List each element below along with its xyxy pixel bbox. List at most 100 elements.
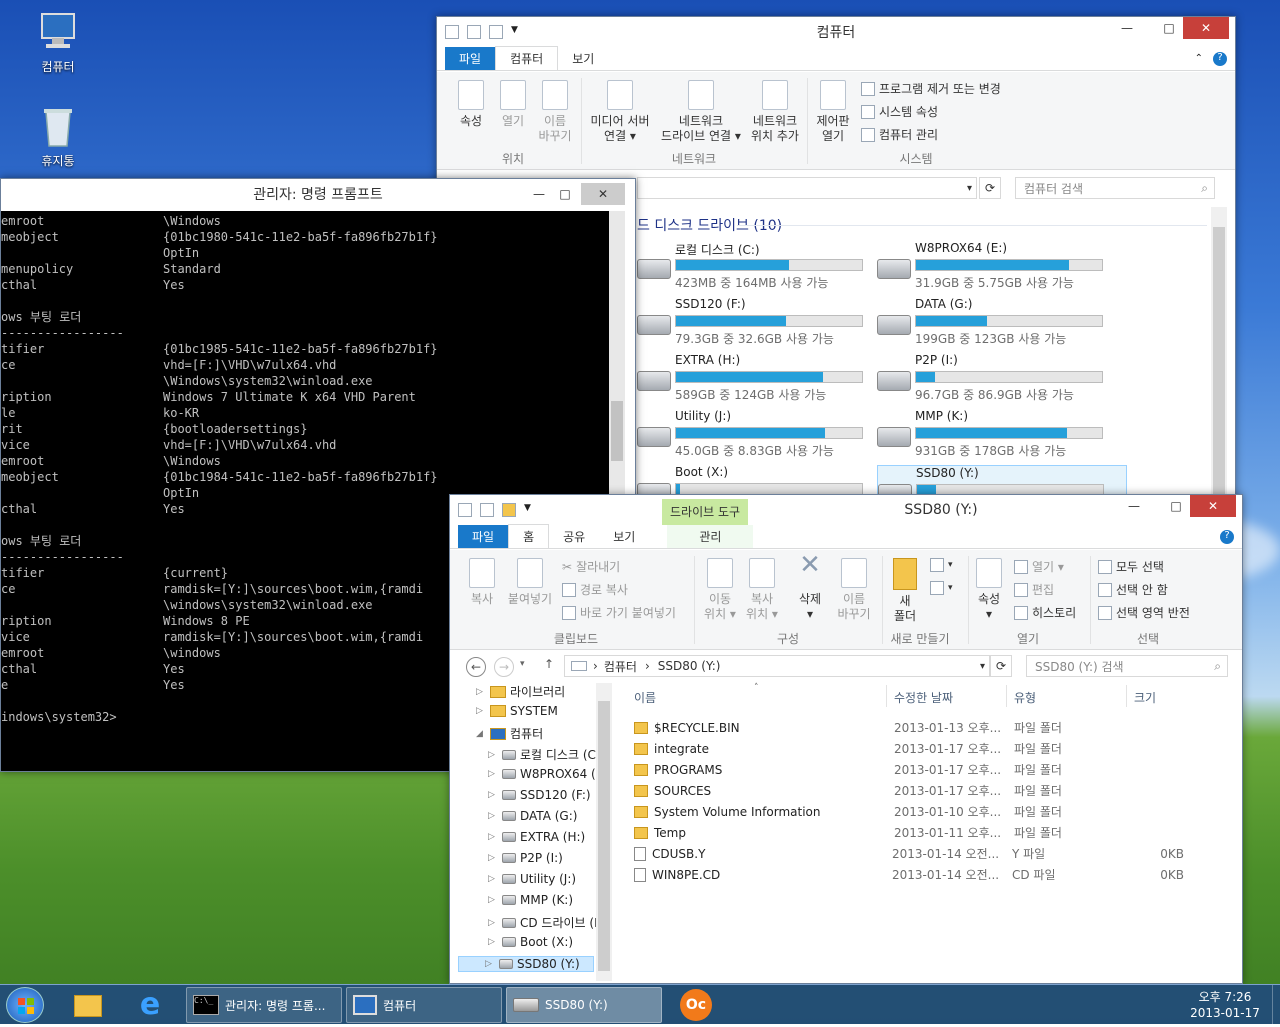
- tab-home[interactable]: 홈: [508, 524, 550, 548]
- vertical-scrollbar[interactable]: [596, 683, 612, 981]
- tree-item[interactable]: ▷ CD 드라이브 (I: [488, 914, 598, 931]
- system-properties-button[interactable]: 시스템 속성: [861, 103, 938, 120]
- tab-view[interactable]: 보기: [558, 47, 608, 70]
- new-item-button[interactable]: ▾: [930, 558, 953, 572]
- open-menu-button[interactable]: 열기 ▾: [1014, 558, 1064, 575]
- file-row[interactable]: System Volume Information 2013-01-10 오후..…: [634, 801, 1194, 822]
- edit-button[interactable]: 편집: [1014, 581, 1054, 598]
- new-file-icon[interactable]: [480, 503, 494, 517]
- help-icon[interactable]: ?: [1213, 51, 1227, 66]
- tab-file[interactable]: 파일: [458, 525, 509, 548]
- properties-icon[interactable]: [489, 25, 503, 39]
- chevron-right-icon[interactable]: ▷: [488, 769, 498, 779]
- taskbar-cmd[interactable]: C:\_ 관리자: 명령 프롬...: [186, 987, 342, 1023]
- chevron-right-icon[interactable]: ▷: [488, 790, 498, 800]
- select-none-button[interactable]: 선택 안 함: [1098, 581, 1168, 598]
- minimize-button[interactable]: —: [1113, 17, 1141, 39]
- file-row[interactable]: PROGRAMS 2013-01-17 오후... 파일 폴더: [634, 759, 1194, 780]
- file-row[interactable]: SOURCES 2013-01-17 오후... 파일 폴더: [634, 780, 1194, 801]
- taskbar-computer[interactable]: 컴퓨터: [346, 987, 502, 1023]
- tab-manage[interactable]: 관리: [667, 525, 754, 548]
- control-panel-button[interactable]: 제어판 열기: [811, 80, 855, 144]
- file-row[interactable]: CDUSB.Y 2013-01-14 오전... Y 파일 0KB: [634, 843, 1194, 864]
- chevron-right-icon[interactable]: ▷: [488, 853, 498, 863]
- tree-item[interactable]: ▷ DATA (G:): [488, 809, 577, 823]
- recent-locations-button[interactable]: ▾: [520, 659, 525, 669]
- start-button[interactable]: [6, 987, 44, 1023]
- tree-item[interactable]: ▷ Utility (J:): [488, 872, 576, 886]
- copy-path-button[interactable]: 경로 복사: [562, 581, 628, 598]
- address-bar[interactable]: ▾: [637, 177, 977, 199]
- tab-computer[interactable]: 컴퓨터: [495, 46, 559, 70]
- tree-item[interactable]: ▷ MMP (K:): [488, 893, 573, 907]
- tree-item[interactable]: ▷ Boot (X:): [488, 935, 573, 949]
- computer-management-button[interactable]: 컴퓨터 관리: [861, 126, 938, 143]
- tree-item[interactable]: ▷ P2P (I:): [488, 851, 563, 865]
- chevron-down-icon[interactable]: ▼: [511, 25, 518, 39]
- drive-tile[interactable]: MMP (K:) 931GB 중 178GB 사용 가능: [877, 409, 1127, 463]
- tab-view[interactable]: 보기: [599, 525, 649, 548]
- invert-selection-button[interactable]: 선택 영역 반전: [1098, 604, 1190, 621]
- maximize-button[interactable]: □: [1155, 17, 1183, 39]
- chevron-right-icon[interactable]: ▷: [488, 811, 498, 821]
- tree-item[interactable]: ▷ W8PROX64 (E:: [488, 767, 607, 781]
- column-divider[interactable]: [886, 685, 887, 707]
- chevron-right-icon[interactable]: ▷: [485, 959, 495, 969]
- new-folder-button[interactable]: 새 폴더: [888, 558, 922, 624]
- close-button[interactable]: ✕: [1183, 17, 1229, 39]
- tree-item[interactable]: ▷ SYSTEM: [476, 704, 558, 718]
- up-button[interactable]: ↑: [544, 657, 554, 671]
- media-server-button[interactable]: 미디어 서버 연결 ▾: [585, 80, 655, 144]
- pinned-ie[interactable]: e: [132, 987, 168, 1023]
- help-icon[interactable]: ?: [1220, 529, 1234, 544]
- minimize-button[interactable]: —: [525, 183, 553, 205]
- ribbon-collapse-icon[interactable]: ⌃: [1195, 53, 1203, 64]
- tab-share[interactable]: 공유: [549, 525, 599, 548]
- chevron-right-icon[interactable]: ▷: [476, 687, 486, 697]
- drive-icon[interactable]: [458, 503, 472, 517]
- refresh-button[interactable]: ⟳: [990, 655, 1012, 677]
- taskbar-ssd80[interactable]: SSD80 (Y:): [506, 987, 662, 1023]
- delete-button[interactable]: ✕ 삭제 ▾: [786, 552, 834, 622]
- chevron-right-icon[interactable]: ▷: [488, 918, 498, 928]
- close-button[interactable]: ✕: [1190, 495, 1236, 517]
- rename-button[interactable]: 이름 바꾸기: [834, 558, 874, 622]
- minimize-button[interactable]: —: [1120, 495, 1148, 517]
- clock[interactable]: 오후 7:26 2013-01-17: [1180, 989, 1270, 1021]
- chevron-down-icon[interactable]: ▾: [967, 183, 972, 194]
- drive-tile[interactable]: SSD120 (F:) 79.3GB 중 32.6GB 사용 가능: [637, 297, 887, 351]
- scrollbar-thumb[interactable]: [1213, 227, 1225, 517]
- pc-icon[interactable]: [445, 25, 459, 39]
- uninstall-program-button[interactable]: 프로그램 제거 또는 변경: [861, 80, 1001, 97]
- copy-to-button[interactable]: 복사 위치 ▾: [742, 558, 782, 622]
- show-desktop-button[interactable]: [1272, 985, 1280, 1025]
- file-row[interactable]: $RECYCLE.BIN 2013-01-13 오후... 파일 폴더: [634, 717, 1194, 738]
- file-row[interactable]: Temp 2013-01-11 오후... 파일 폴더: [634, 822, 1194, 843]
- new-file-icon[interactable]: [467, 25, 481, 39]
- close-button[interactable]: ✕: [581, 183, 625, 205]
- drive-tile[interactable]: 로컬 디스크 (C:) 423MB 중 164MB 사용 가능: [637, 241, 887, 295]
- easy-access-button[interactable]: ▾: [930, 581, 953, 595]
- breadcrumb-ssd80[interactable]: SSD80 (Y:): [658, 659, 721, 673]
- drive-tile[interactable]: Utility (J:) 45.0GB 중 8.83GB 사용 가능: [637, 409, 887, 463]
- forward-button[interactable]: →: [494, 657, 514, 677]
- column-divider[interactable]: [1126, 685, 1127, 707]
- search-input[interactable]: 컴퓨터 검색 ⌕: [1015, 177, 1215, 199]
- scrollbar-thumb[interactable]: [611, 401, 623, 461]
- tree-item[interactable]: ◢ 컴퓨터: [476, 725, 543, 742]
- properties-button[interactable]: 속성 ▾: [972, 558, 1006, 622]
- column-divider[interactable]: [1006, 685, 1007, 707]
- refresh-button[interactable]: ⟳: [979, 177, 1001, 199]
- chevron-right-icon[interactable]: ▷: [476, 706, 486, 716]
- chevron-down-icon[interactable]: ▾: [980, 661, 985, 672]
- column-header-size[interactable]: 크기: [1134, 689, 1156, 706]
- tree-item[interactable]: ▷ 라이브러리: [476, 683, 565, 700]
- column-header-type[interactable]: 유형: [1014, 689, 1036, 706]
- tree-item[interactable]: ▷ 로컬 디스크 (C: [488, 746, 596, 763]
- column-header-date[interactable]: 수정한 날짜: [894, 689, 953, 706]
- cut-button[interactable]: ✂ 잘라내기: [562, 558, 620, 575]
- tree-item[interactable]: ▷ EXTRA (H:): [488, 830, 585, 844]
- paste-button[interactable]: 붙여넣기: [504, 558, 556, 607]
- back-button[interactable]: ←: [466, 657, 486, 677]
- pinned-explorer[interactable]: [70, 989, 106, 1021]
